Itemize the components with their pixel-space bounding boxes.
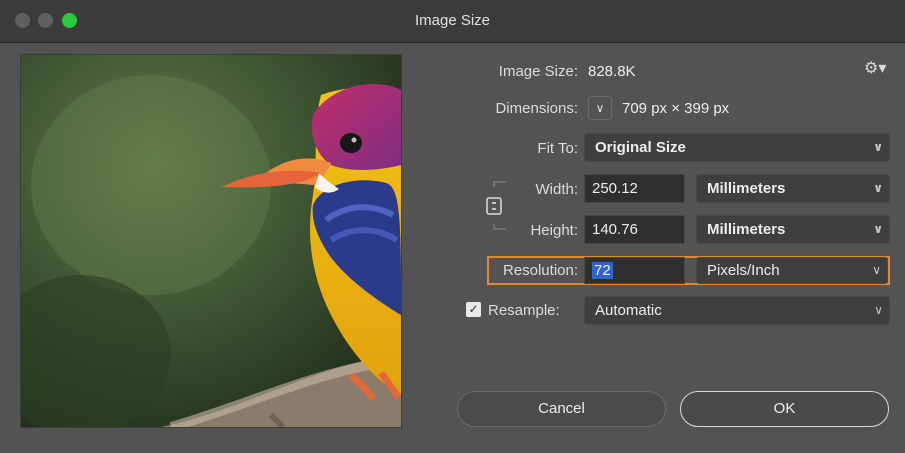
height-unit-value: Millimeters — [707, 221, 786, 238]
resample-value: Automatic — [595, 302, 662, 319]
height-unit-select[interactable]: Millimeters ∨ — [696, 215, 890, 244]
image-size-label: Image Size: — [498, 63, 578, 80]
chevron-down-icon: ∨ — [873, 140, 883, 154]
cancel-button[interactable]: Cancel — [457, 391, 666, 427]
image-preview — [20, 54, 402, 428]
chevron-down-icon: ∨ — [873, 181, 883, 195]
chevron-down-icon: ∨ — [873, 222, 883, 236]
resample-select[interactable]: Automatic ∨ — [584, 296, 890, 325]
resample-checkbox[interactable]: ✓ — [466, 302, 481, 317]
chevron-down-icon[interactable]: ∨ — [588, 96, 612, 120]
height-input[interactable]: 140.76 — [584, 215, 685, 244]
window-title: Image Size — [414, 12, 491, 29]
resolution-value: 72 — [592, 262, 613, 279]
resample-label: Resample: — [488, 302, 560, 319]
chevron-down-icon: ∨ — [872, 263, 881, 277]
checkmark-icon: ✓ — [468, 302, 479, 316]
width-unit-select[interactable]: Millimeters ∨ — [696, 174, 890, 203]
resolution-label: Resolution: — [502, 262, 578, 279]
ok-button[interactable]: OK — [680, 391, 889, 427]
kingfisher-image — [21, 55, 401, 427]
resolution-unit-value: Pixels/Inch — [707, 262, 780, 279]
height-label: Height: — [530, 222, 578, 239]
fit-to-value: Original Size — [595, 139, 686, 156]
fit-to-select[interactable]: Original Size ∨ — [584, 133, 890, 162]
width-unit-value: Millimeters — [707, 180, 786, 197]
chevron-down-icon: ∨ — [874, 303, 883, 317]
resolution-input[interactable]: 72 — [584, 257, 685, 284]
dimensions-value: 709 px × 399 px — [622, 100, 730, 117]
fit-to-label: Fit To: — [537, 140, 578, 157]
image-size-value: 828.8K — [588, 63, 636, 80]
title-bar: Image Size — [0, 0, 905, 43]
gear-icon[interactable]: ⚙▾ — [864, 58, 886, 78]
width-label: Width: — [535, 181, 578, 198]
resolution-unit-select[interactable]: Pixels/Inch ∨ — [696, 257, 888, 284]
dimensions-label: Dimensions: — [495, 100, 578, 117]
width-input[interactable]: 250.12 — [584, 174, 685, 203]
